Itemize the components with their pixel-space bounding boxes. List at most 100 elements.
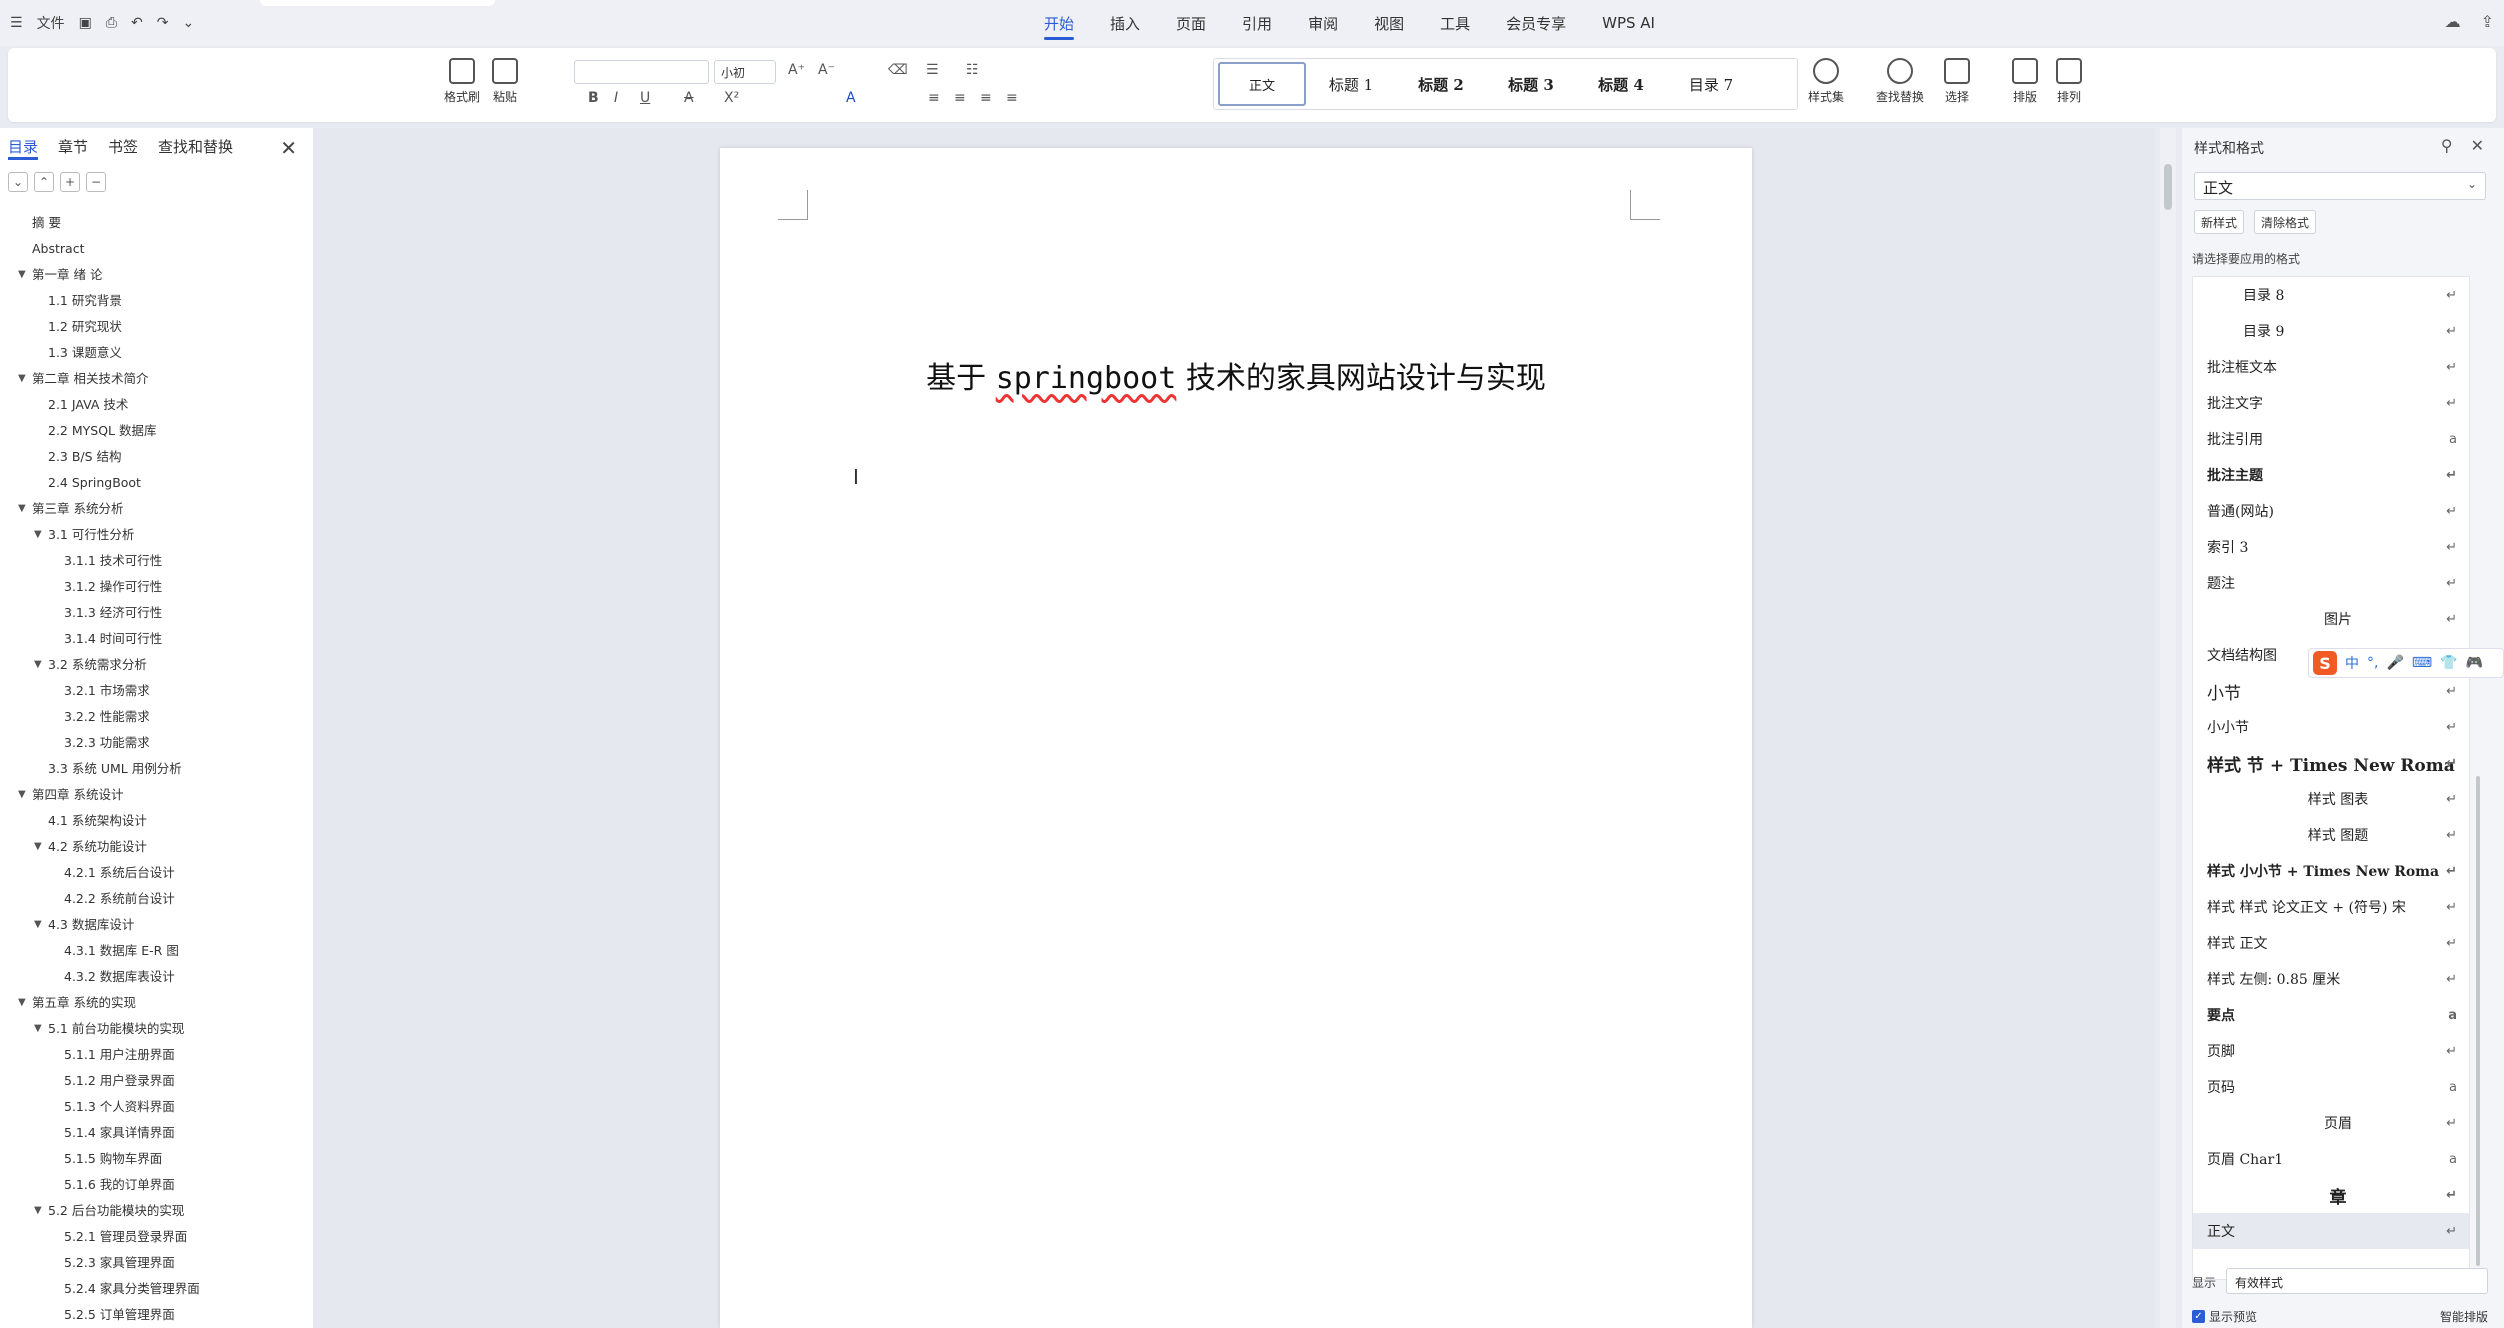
style-list-item[interactable]: 样式 图表 ↵ xyxy=(2193,781,2469,817)
toc-item[interactable]: 1.2 研究现状 xyxy=(0,314,313,340)
toc-item[interactable]: 2.2 MYSQL 数据库 xyxy=(0,418,313,444)
toc-item[interactable]: 4.3.1 数据库 E-R 图 xyxy=(0,938,313,964)
microphone-icon[interactable]: 🎤 xyxy=(2386,655,2403,671)
toc-item[interactable]: ▼ 第一章 绪 论 xyxy=(0,262,313,288)
grow-font-icon[interactable]: A⁺ xyxy=(788,62,805,78)
style-gallery-item[interactable]: 标题 3 xyxy=(1486,62,1576,106)
toc-item[interactable]: 3.2.1 市场需求 xyxy=(0,678,313,704)
toc-item[interactable]: 3.1.1 技术可行性 xyxy=(0,548,313,574)
style-list-item[interactable]: 目录 9 ↵ xyxy=(2193,313,2469,349)
expand-icon[interactable]: ⌄ xyxy=(8,172,28,192)
style-list-item[interactable]: 小小节 ↵ xyxy=(2193,709,2469,745)
style-list-item[interactable]: 样式 左侧: 0.85 厘米 ↵ xyxy=(2193,961,2469,997)
caret-down-icon[interactable]: ▼ xyxy=(18,990,26,1016)
ime-language-toggle[interactable]: 中 xyxy=(2345,653,2359,673)
close-icon[interactable]: ✕ xyxy=(280,136,297,160)
menu-tab-0[interactable]: 开始 xyxy=(1040,3,1078,44)
toc-item[interactable]: 5.1.6 我的订单界面 xyxy=(0,1172,313,1198)
caret-down-icon[interactable]: ▼ xyxy=(34,652,42,678)
dropdown-icon[interactable]: ⌄ xyxy=(182,15,194,31)
show-preview-checkbox[interactable]: ✓ 显示预览 xyxy=(2192,1308,2257,1325)
ime-toolbar[interactable]: S 中 °, 🎤 ⌨ 👕 🎮 xyxy=(2308,648,2504,678)
toc-item[interactable]: 5.1.5 购物车界面 xyxy=(0,1146,313,1172)
layout-button[interactable]: 排版 xyxy=(2012,58,2038,105)
numbered-list-icon[interactable]: ☷ xyxy=(966,62,979,78)
toc-item[interactable]: 1.3 课题意义 xyxy=(0,340,313,366)
caret-down-icon[interactable]: ▼ xyxy=(18,262,26,288)
toc-item[interactable]: 5.1.3 个人资料界面 xyxy=(0,1094,313,1120)
toc-item[interactable]: 5.1.1 用户注册界面 xyxy=(0,1042,313,1068)
punctuation-icon[interactable]: °, xyxy=(2367,655,2378,671)
pin-icon[interactable]: ⚲ xyxy=(2441,136,2453,155)
caret-down-icon[interactable]: ▼ xyxy=(18,782,26,808)
style-list-item[interactable]: 页眉 Char1 a xyxy=(2193,1141,2469,1177)
style-gallery-item[interactable]: 正文 xyxy=(1218,62,1306,106)
style-list-item[interactable]: 题注 ↵ xyxy=(2193,565,2469,601)
font-color-icon[interactable]: A xyxy=(846,90,856,106)
file-menu[interactable]: 文件 xyxy=(37,13,65,33)
menu-tab-4[interactable]: 审阅 xyxy=(1304,3,1342,44)
style-set-button[interactable]: 样式集 xyxy=(1808,58,1844,105)
toc-item[interactable]: 2.4 SpringBoot xyxy=(0,470,313,496)
toc-item[interactable]: 3.1.4 时间可行性 xyxy=(0,626,313,652)
toc-item[interactable]: 3.3 系统 UML 用例分析 xyxy=(0,756,313,782)
cloud-icon[interactable]: ☁ xyxy=(2445,12,2461,31)
caret-down-icon[interactable]: ▼ xyxy=(18,366,26,392)
close-icon[interactable]: ✕ xyxy=(2471,136,2484,155)
toc-item[interactable]: ▼ 4.3 数据库设计 xyxy=(0,912,313,938)
document-tab[interactable] xyxy=(260,0,495,6)
toc-item[interactable]: 4.3.2 数据库表设计 xyxy=(0,964,313,990)
collapse-icon[interactable]: ⌃ xyxy=(34,172,54,192)
toc-item[interactable]: ▼ 第五章 系统的实现 xyxy=(0,990,313,1016)
style-list-item[interactable]: 批注主题 ↵ xyxy=(2193,457,2469,493)
nav-tab-1[interactable]: 章节 xyxy=(58,136,88,160)
style-list-item[interactable]: 页脚 ↵ xyxy=(2193,1033,2469,1069)
remove-heading-icon[interactable]: − xyxy=(86,172,106,192)
shrink-font-icon[interactable]: A⁻ xyxy=(818,62,835,78)
caret-down-icon[interactable]: ▼ xyxy=(34,1198,42,1224)
toc-item[interactable]: 5.2.3 家具管理界面 xyxy=(0,1250,313,1276)
style-list-item[interactable]: 批注框文本 ↵ xyxy=(2193,349,2469,385)
style-list-item[interactable]: 普通(网站) ↵ xyxy=(2193,493,2469,529)
style-gallery-item[interactable]: 标题 1 xyxy=(1306,62,1396,106)
toc-item[interactable]: 4.2.1 系统后台设计 xyxy=(0,860,313,886)
document-title[interactable]: 基于 springboot 技术的家具网站设计与实现 xyxy=(720,353,1752,397)
toc-item[interactable]: 1.1 研究背景 xyxy=(0,288,313,314)
print-icon[interactable]: ⎙ xyxy=(106,15,117,31)
current-style-select[interactable]: 正文 ⌄ xyxy=(2194,172,2486,200)
align-left-icon[interactable]: ≡ xyxy=(928,90,940,106)
style-list-item[interactable]: 章 ↵ xyxy=(2193,1177,2469,1213)
style-list-item[interactable]: 图片 ↵ xyxy=(2193,601,2469,637)
toc-item[interactable]: ▼ 5.2 后台功能模块的实现 xyxy=(0,1198,313,1224)
clear-format-icon[interactable]: ⌫ xyxy=(888,62,908,78)
style-list-item[interactable]: 样式 正文 ↵ xyxy=(2193,925,2469,961)
keyboard-icon[interactable]: ⌨ xyxy=(2412,655,2432,671)
underline-icon[interactable]: U xyxy=(640,90,650,106)
toc-item[interactable]: 5.2.4 家具分类管理界面 xyxy=(0,1276,313,1302)
toc-item[interactable]: ▼ 5.1 前台功能模块的实现 xyxy=(0,1016,313,1042)
style-list-item[interactable]: 样式 小小节 + Times New Roma ↵ xyxy=(2193,853,2469,889)
font-size-select[interactable]: 小初 xyxy=(714,60,776,84)
style-list-item[interactable]: 样式 样式 论文正文 + (符号) 宋 ↵ xyxy=(2193,889,2469,925)
italic-icon[interactable]: I xyxy=(614,90,618,106)
toc-item[interactable]: 3.1.2 操作可行性 xyxy=(0,574,313,600)
menu-tab-1[interactable]: 插入 xyxy=(1106,3,1144,44)
menu-tab-6[interactable]: 工具 xyxy=(1436,3,1474,44)
toc-item[interactable]: 5.2.1 管理员登录界面 xyxy=(0,1224,313,1250)
new-style-button[interactable]: 新样式 xyxy=(2194,210,2245,234)
caret-down-icon[interactable]: ▼ xyxy=(34,834,42,860)
menu-tab-8[interactable]: WPS AI xyxy=(1598,4,1659,42)
style-list-item[interactable]: 页眉 ↵ xyxy=(2193,1105,2469,1141)
style-gallery-item[interactable]: 标题 2 xyxy=(1396,62,1486,106)
toc-item[interactable]: Abstract xyxy=(0,236,313,262)
toc-item[interactable]: ▼ 4.2 系统功能设计 xyxy=(0,834,313,860)
toc-item[interactable]: 4.2.2 系统前台设计 xyxy=(0,886,313,912)
menu-tab-7[interactable]: 会员专享 xyxy=(1502,3,1570,44)
toc-item[interactable]: 5.2.5 订单管理界面 xyxy=(0,1302,313,1328)
style-list-item[interactable]: 目录 8 ↵ xyxy=(2193,277,2469,313)
toc-item[interactable]: 3.2.2 性能需求 xyxy=(0,704,313,730)
toc-item[interactable]: ▼ 第三章 系统分析 xyxy=(0,496,313,522)
strikethrough-icon[interactable]: A xyxy=(684,90,694,106)
select-button[interactable]: 选择 xyxy=(1944,58,1970,105)
document-page[interactable]: 基于 springboot 技术的家具网站设计与实现 xyxy=(720,148,1752,1328)
